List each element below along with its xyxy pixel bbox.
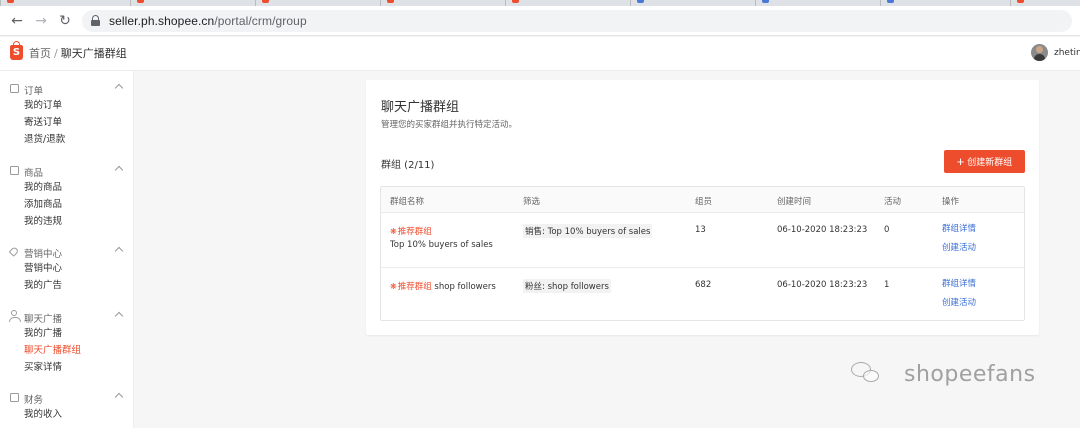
back-arrow-icon[interactable]: ← bbox=[9, 13, 25, 29]
sidebar-section-title: 商品 bbox=[24, 168, 44, 179]
sidebar-section-finance: 财务 我的收入 bbox=[0, 390, 134, 423]
filter-chip: 粉丝: shop followers bbox=[523, 279, 611, 293]
sidebar-item-broadcast-groups[interactable]: 聊天广播群组 bbox=[0, 342, 134, 359]
activity-count: 1 bbox=[884, 280, 890, 290]
reload-icon[interactable]: ↻ bbox=[57, 13, 73, 29]
create-group-button[interactable]: + 创建新群组 bbox=[944, 150, 1025, 173]
create-activity-link[interactable]: 创建活动 bbox=[942, 296, 976, 308]
groups-table: 群组名称 筛选 组员 创建时间 活动 操作 ❋推荐群组 Top 10% buye… bbox=[380, 186, 1025, 321]
username[interactable]: zhetin bbox=[1054, 48, 1080, 58]
person-icon bbox=[9, 310, 21, 322]
tag-icon bbox=[8, 246, 20, 257]
breadcrumb-home[interactable]: 首页 bbox=[29, 47, 51, 60]
shopee-favicon-icon bbox=[1017, 0, 1024, 3]
sidebar-item-my-products[interactable]: 我的商品 bbox=[0, 179, 134, 196]
chevron-up-icon[interactable] bbox=[114, 311, 124, 321]
sidebar-section-marketing: 营销中心 营销中心 我的广告 bbox=[0, 244, 134, 294]
page-favicon-icon bbox=[887, 0, 894, 3]
activity-count: 0 bbox=[884, 225, 890, 235]
sidebar-item-violations[interactable]: 我的违规 bbox=[0, 213, 134, 230]
sidebar-item-my-broadcasts[interactable]: 我的广播 bbox=[0, 325, 134, 342]
chevron-up-icon[interactable] bbox=[114, 392, 124, 402]
sidebar-section-title: 聊天广播 bbox=[24, 314, 63, 325]
breadcrumb: 首页 / 聊天广播群组 bbox=[29, 47, 127, 61]
recommend-icon: ❋ bbox=[390, 227, 397, 236]
filter-chip: 销售: Top 10% buyers of sales bbox=[523, 224, 653, 238]
avatar[interactable] bbox=[1031, 44, 1048, 61]
sidebar-section-orders: 订单 我的订单 寄送订单 退货/退款 bbox=[0, 81, 134, 148]
shopee-favicon-icon bbox=[387, 0, 394, 3]
sidebar-item-add-product[interactable]: 添加商品 bbox=[0, 196, 134, 213]
sidebar-item-my-ads[interactable]: 我的广告 bbox=[0, 277, 134, 294]
create-group-button-label: 创建新群组 bbox=[967, 157, 1013, 167]
sidebar-section-title: 营销中心 bbox=[24, 249, 63, 260]
shopee-favicon-icon bbox=[512, 0, 519, 3]
recommended-group-tag: ❋推荐群组 bbox=[390, 227, 432, 237]
sidebar-section-header[interactable]: 订单 bbox=[0, 81, 134, 97]
sidebar-item-buyer-details[interactable]: 买家详情 bbox=[0, 359, 134, 376]
sidebar-item-my-orders[interactable]: 我的订单 bbox=[0, 97, 134, 114]
column-header-filter: 筛选 bbox=[523, 197, 541, 207]
sidebar-section-products: 商品 我的商品 添加商品 我的违规 bbox=[0, 163, 134, 230]
table-row: ❋推荐群组 Top 10% buyers of sales 销售: Top 10… bbox=[381, 214, 1024, 268]
chevron-up-icon[interactable] bbox=[114, 165, 124, 175]
member-count: 13 bbox=[695, 225, 706, 235]
url-text: seller.ph.shopee.cn/portal/crm/group bbox=[109, 14, 307, 28]
forward-arrow-icon[interactable]: → bbox=[33, 13, 49, 29]
page-subtitle: 管理您的买家群组并执行特定活动。 bbox=[381, 120, 518, 130]
sidebar-item-returns[interactable]: 退货/退款 bbox=[0, 131, 134, 148]
column-header-created-time: 创建时间 bbox=[777, 197, 812, 207]
column-header-group-name: 群组名称 bbox=[390, 197, 425, 207]
sidebar-section-header[interactable]: 营销中心 bbox=[0, 244, 134, 260]
shopee-logo-icon[interactable]: S bbox=[10, 41, 23, 60]
order-icon bbox=[10, 84, 19, 93]
group-count: 群组 (2/11) bbox=[381, 160, 435, 171]
sidebar-section-title: 财务 bbox=[24, 395, 44, 406]
create-activity-link[interactable]: 创建活动 bbox=[942, 241, 976, 253]
product-icon bbox=[10, 166, 19, 175]
sidebar-item-marketing-centre[interactable]: 营销中心 bbox=[0, 260, 134, 277]
recommend-icon: ❋ bbox=[390, 282, 397, 291]
plus-icon: + bbox=[956, 154, 965, 169]
group-name: shop followers bbox=[434, 282, 496, 292]
recommended-group-tag: ❋推荐群组 bbox=[390, 282, 432, 292]
sidebar-section-title: 订单 bbox=[24, 86, 44, 97]
table-row: ❋推荐群组 shop followers 粉丝: shop followers … bbox=[381, 269, 1024, 323]
group-name-cell: ❋推荐群组 shop followers bbox=[390, 280, 496, 292]
wallet-icon bbox=[10, 393, 19, 402]
table-header: 群组名称 筛选 组员 创建时间 活动 操作 bbox=[381, 187, 1024, 213]
shopee-favicon-icon bbox=[7, 0, 14, 3]
group-details-link[interactable]: 群组详情 bbox=[942, 277, 976, 289]
chevron-up-icon[interactable] bbox=[114, 246, 124, 256]
sidebar-section-header[interactable]: 聊天广播 bbox=[0, 309, 134, 325]
group-details-link[interactable]: 群组详情 bbox=[942, 222, 976, 234]
breadcrumb-separator: / bbox=[54, 47, 58, 60]
column-header-actions: 操作 bbox=[942, 197, 960, 207]
lock-icon bbox=[91, 15, 100, 26]
column-header-activities: 活动 bbox=[884, 197, 902, 207]
sidebar-item-my-income[interactable]: 我的收入 bbox=[0, 406, 134, 423]
sidebar-item-shipments[interactable]: 寄送订单 bbox=[0, 114, 134, 131]
sidebar-section-header[interactable]: 财务 bbox=[0, 390, 134, 406]
watermark-text: shopeefans bbox=[904, 362, 1036, 387]
breadcrumb-current: 聊天广播群组 bbox=[60, 47, 127, 60]
app-header: S 首页 / 聊天广播群组 zhetin bbox=[0, 37, 1080, 71]
page-favicon-icon bbox=[762, 0, 769, 3]
created-time: 06-10-2020 18:23:23 bbox=[777, 280, 868, 290]
created-time: 06-10-2020 18:23:23 bbox=[777, 225, 868, 235]
chevron-up-icon[interactable] bbox=[114, 83, 124, 93]
sidebar-section-header[interactable]: 商品 bbox=[0, 163, 134, 179]
page-favicon-icon bbox=[637, 0, 644, 3]
member-count: 682 bbox=[695, 280, 712, 290]
sidebar-section-chat-broadcast: 聊天广播 我的广播 聊天广播群组 买家详情 bbox=[0, 309, 134, 376]
broadcast-groups-card: 聊天广播群组 管理您的买家群组并执行特定活动。 群组 (2/11) + 创建新群组… bbox=[366, 80, 1039, 335]
address-bar[interactable]: seller.ph.shopee.cn/portal/crm/group bbox=[82, 10, 1072, 32]
group-name: Top 10% buyers of sales bbox=[390, 240, 493, 250]
page-title: 聊天广播群组 bbox=[381, 100, 460, 115]
sidebar: 订单 我的订单 寄送订单 退货/退款 商品 我的商品 添加商品 我的违规 营销中… bbox=[0, 71, 134, 428]
column-header-members: 组员 bbox=[695, 197, 713, 207]
shopee-favicon-icon bbox=[137, 0, 144, 3]
browser-toolbar: ← → ↻ seller.ph.shopee.cn/portal/crm/gro… bbox=[0, 6, 1080, 36]
shopee-favicon-icon bbox=[262, 0, 269, 3]
